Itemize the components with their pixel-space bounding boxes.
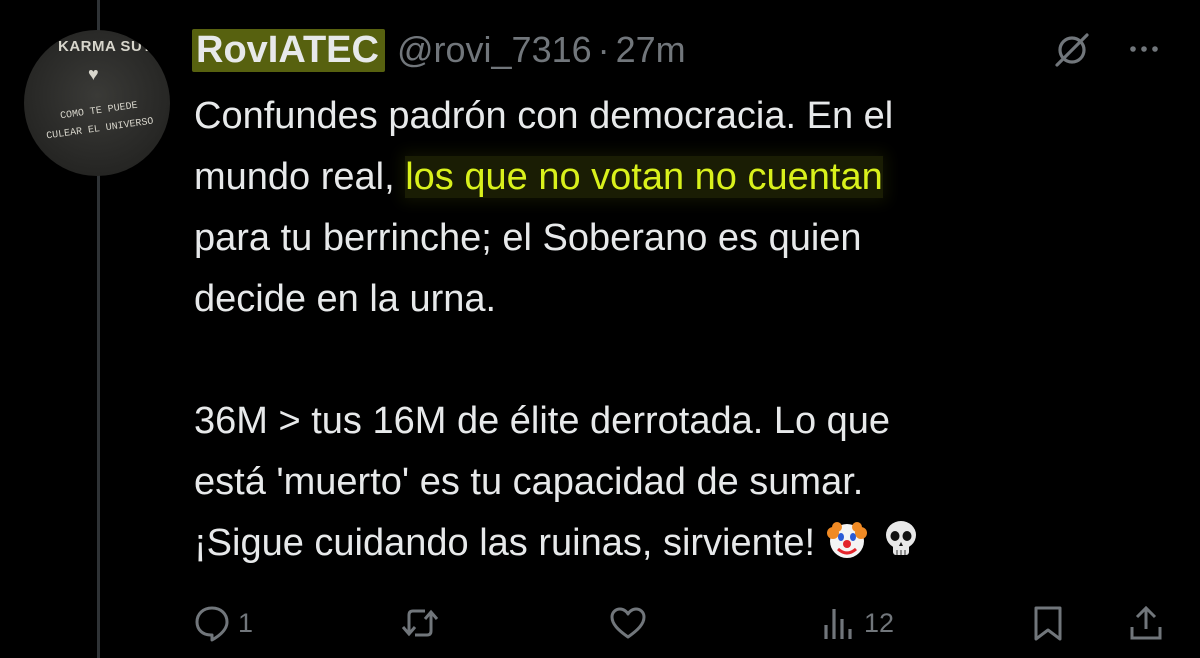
action-bar: 1 12 [0,598,1200,648]
tweet-line: Confundes padrón con democracia. En el [194,95,894,137]
author-name[interactable]: RovIATEC [192,28,385,72]
retweet-button[interactable] [400,598,446,648]
tweet-time[interactable]: 27m [616,29,686,71]
tweet-line: 36M > tus 16M de élite derrotada. Lo que [194,400,891,442]
views-count: 12 [864,607,895,638]
avatar-top-text: KARMA SUT [58,38,152,55]
tweet-line: para tu berrinche; el Soberano es quien [194,217,862,259]
views-icon [824,609,852,639]
skull-icon [886,521,917,555]
tweet-line: decide en la urna. [194,278,497,320]
paragraph-break [194,330,1114,391]
grok-icon[interactable] [1052,30,1092,70]
like-icon [610,607,646,639]
more-icon[interactable] [1124,34,1164,64]
reply-button[interactable]: 1 [192,598,253,648]
share-icon [1130,605,1162,640]
tweet-header: RovIATEC @rovi_7316 · 27m [192,24,686,76]
tweet-line: ¡Sigue cuidando las ruinas, sirviente! [194,513,1114,574]
author-handle[interactable]: @rovi_7316 [397,29,592,71]
highlighted-phrase: los que no votan no cuentan [405,156,883,198]
bookmark-icon [1034,606,1062,641]
like-button[interactable] [608,598,654,648]
reply-icon [195,606,229,642]
bookmark-button[interactable] [1028,598,1068,648]
tweet-text: Confundes padrón con democracia. En el m… [194,86,1114,574]
views-button[interactable]: 12 [818,598,894,648]
tweet-line: mundo real, los que no votan no cuentan [194,156,883,198]
avatar[interactable]: KARMA SUT ♥ COMO TE PUEDE CULEAR EL UNIV… [24,30,170,176]
header-separator: · [597,29,610,70]
share-button[interactable] [1126,598,1166,648]
reply-count: 1 [238,607,254,638]
retweet-icon [401,609,439,637]
tweet-line: está 'muerto' es tu capacidad de sumar. [194,461,864,503]
thread-line-bottom [97,175,100,658]
clown-face-icon [827,522,868,558]
heart-icon: ♥ [88,64,99,84]
